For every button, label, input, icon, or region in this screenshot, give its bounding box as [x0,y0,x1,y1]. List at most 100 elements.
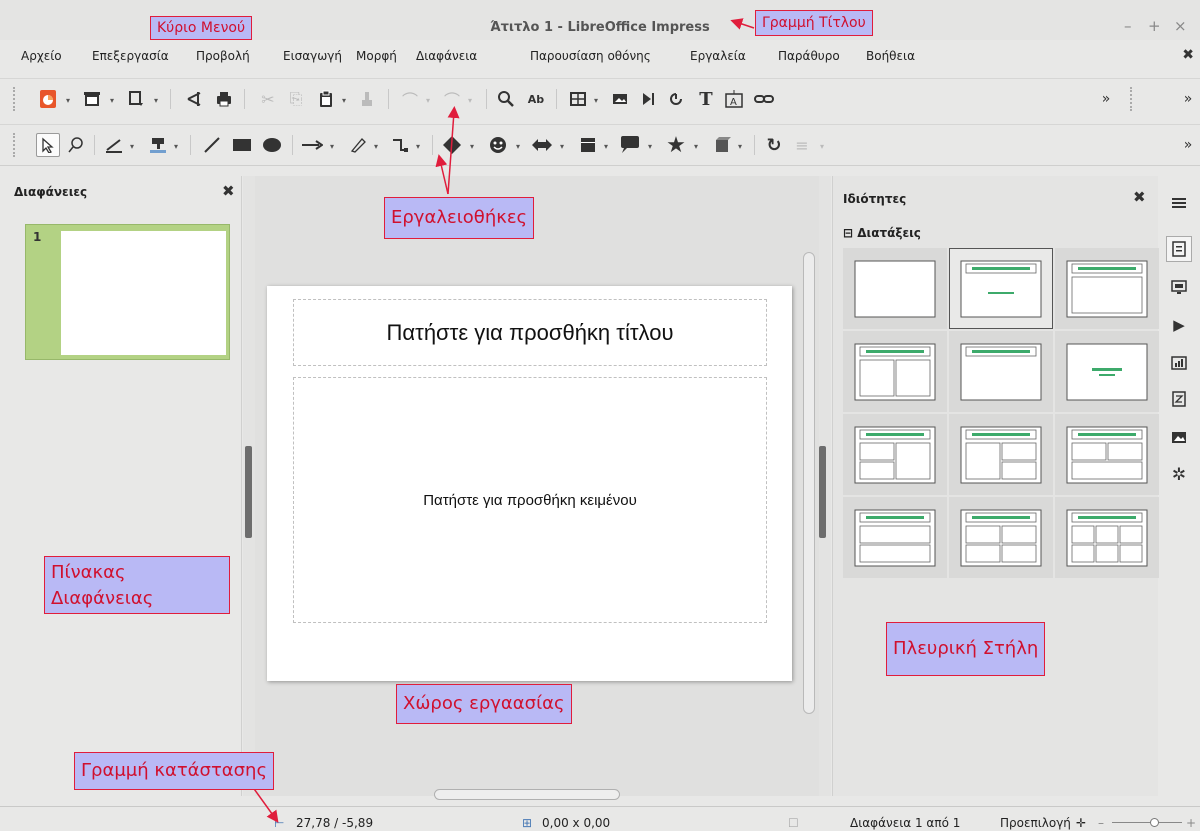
title-placeholder[interactable]: Πατήστε για προσθήκη τίτλου [293,299,767,366]
layout-option[interactable] [843,331,947,412]
open-icon[interactable] [124,87,148,111]
layout-option[interactable] [949,248,1053,329]
slide-canvas[interactable]: Πατήστε για προσθήκη τίτλου Πατήστε για … [267,286,792,681]
menu-edit[interactable]: Επεξεργασία [92,49,169,63]
layout-option[interactable] [1055,497,1159,578]
undo-icon[interactable]: ✂ [256,87,280,111]
zoom-in-button[interactable]: + [1186,816,1196,830]
slides-pane-title: Διαφάνειες [14,185,88,199]
3d-object-icon[interactable] [710,133,734,157]
diamond-icon[interactable] [440,133,464,157]
menu-window[interactable]: Παράθυρο [778,49,840,63]
print-icon[interactable] [212,87,236,111]
master-slides-icon[interactable] [1166,350,1192,376]
toolbar2-overflow[interactable]: » [1176,133,1200,157]
flowchart-icon[interactable] [576,133,600,157]
menu-slide[interactable]: Διαφάνεια [416,49,477,63]
new-icon[interactable] [80,87,104,111]
undo-arrow-icon[interactable]: ⌒ [398,87,422,111]
redo-icon[interactable]: ⎘ [284,87,308,111]
slide-thumbnail[interactable]: 1 [25,224,230,360]
styles-icon[interactable] [1166,386,1192,412]
layout-option[interactable] [843,248,947,329]
toolbar-grip[interactable] [13,133,16,157]
layout-option[interactable] [1055,414,1159,495]
hyperlink-icon[interactable] [752,87,776,111]
menu-file[interactable]: Αρχείο [21,49,62,63]
layout-option[interactable] [843,414,947,495]
toolbar-grip[interactable] [13,87,16,111]
sidebar-close-icon[interactable]: ✖ [1133,188,1146,206]
fill-color-icon[interactable] [146,133,170,157]
spellcheck-icon[interactable]: Ab [524,87,548,111]
body-placeholder[interactable]: Πατήστε για προσθήκη κειμένου [293,377,767,623]
layout-option[interactable] [949,331,1053,412]
double-arrow-icon[interactable] [530,133,554,157]
zoom-slider[interactable] [1112,822,1182,823]
fit-page-icon[interactable]: ✛ [1076,816,1086,830]
layout-option[interactable] [1055,248,1159,329]
master-name[interactable]: Προεπιλογή [1000,816,1071,830]
curve-icon[interactable] [346,133,370,157]
image-icon[interactable] [608,87,632,111]
star-icon[interactable]: ★ [664,133,688,158]
horizontal-scrollbar[interactable] [434,789,620,800]
toolbar1-overflow[interactable]: » [1094,87,1118,111]
layout-preview-icon [960,343,1042,400]
zoom-slider-thumb[interactable] [1150,818,1159,827]
zoom-out-button[interactable]: – [1098,816,1104,830]
rotate-icon[interactable]: ↻ [762,133,786,157]
left-splitter-handle[interactable] [245,446,252,538]
impress-logo-icon[interactable] [36,87,60,111]
close-document-icon[interactable]: ✖ [1182,47,1194,63]
maximize-button[interactable]: + [1148,17,1161,35]
media-icon[interactable] [636,87,660,111]
layout-option[interactable] [843,497,947,578]
animation-icon[interactable]: ▶ [1166,312,1192,338]
right-splitter[interactable] [819,176,831,796]
vertical-scrollbar[interactable] [803,252,815,714]
left-splitter[interactable] [243,176,255,796]
menu-view[interactable]: Προβολή [196,49,250,63]
layout-option[interactable] [1055,331,1159,412]
zoom-icon[interactable] [64,133,88,157]
callout-icon[interactable] [618,133,642,157]
clone-format-icon[interactable] [356,87,380,111]
collapse-icon[interactable]: ⊟ [843,226,853,240]
navigator-icon[interactable]: ✲ [1166,462,1192,488]
layouts-section-header[interactable]: ⊟ Διατάξεις [843,226,921,240]
arrow-icon[interactable] [300,133,324,157]
select-icon[interactable] [36,133,60,157]
menu-format[interactable]: Μορφή [356,49,397,63]
line-icon[interactable] [200,133,224,157]
redo-arrow-icon[interactable]: ⌒ [440,87,464,111]
menu-icon[interactable] [1166,190,1192,216]
find-icon[interactable] [494,87,518,111]
align-icon[interactable]: ≡ [790,133,814,157]
close-window-button[interactable]: × [1174,17,1187,35]
gallery-icon[interactable] [1166,424,1192,450]
right-splitter-handle[interactable] [819,446,826,538]
layout-option[interactable] [949,497,1053,578]
connector-icon[interactable] [388,133,412,157]
slide-transition-icon[interactable] [1166,274,1192,300]
fontwork-icon[interactable]: A [722,87,746,111]
menu-help[interactable]: Βοήθεια [866,49,915,63]
toolbar1-overflow-right[interactable]: » [1176,87,1200,111]
layout-option[interactable] [949,414,1053,495]
smiley-icon[interactable] [486,133,510,157]
minimize-button[interactable]: – [1124,17,1132,35]
properties-icon[interactable] [1166,236,1192,262]
line-color-icon[interactable] [102,133,126,157]
menu-tools[interactable]: Εργαλεία [690,49,746,63]
slides-pane-close-icon[interactable]: ✖ [222,182,235,200]
table-icon[interactable] [566,87,590,111]
chart-icon[interactable] [664,87,688,111]
rectangle-icon[interactable] [230,133,254,157]
cut-icon[interactable] [182,87,206,111]
ellipse-icon[interactable] [260,133,284,157]
menu-slideshow[interactable]: Παρουσίαση οθόνης [530,49,651,63]
menu-insert[interactable]: Εισαγωγή [283,49,342,63]
paste-icon[interactable] [314,87,338,111]
textbox-icon[interactable]: T [694,87,718,111]
